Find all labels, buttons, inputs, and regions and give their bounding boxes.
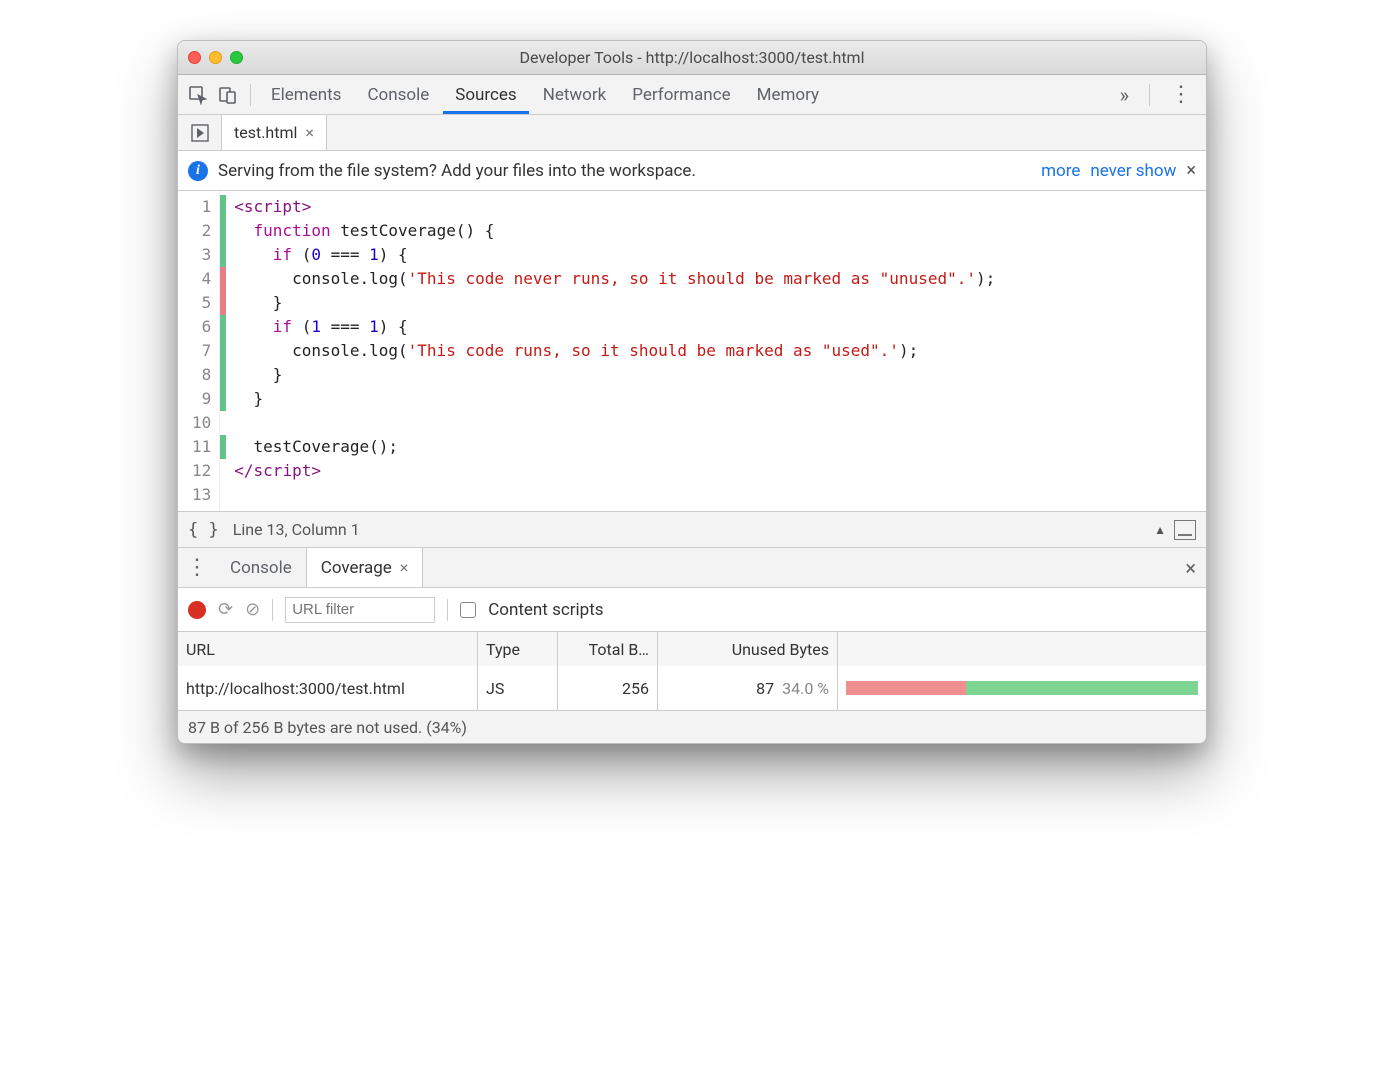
window-controls [188,51,243,64]
drawer-tab-console[interactable]: Console [216,548,306,587]
coverage-url: http://localhost:3000/test.html [178,666,478,710]
coverage-total: 256 [558,666,658,710]
drawer-tab-coverage[interactable]: Coverage × [306,548,424,587]
line-number[interactable]: 11 [192,435,211,459]
col-total-header[interactable]: Total B… [558,632,658,666]
drawer-tab-label: Console [230,558,292,578]
code-line[interactable]: } [234,291,995,315]
file-tab[interactable]: test.html × [222,115,327,150]
maximize-window-button[interactable] [230,51,243,64]
code-line[interactable] [234,411,995,435]
main-tabbar: ElementsConsoleSourcesNetworkPerformance… [178,75,1206,115]
col-type-header[interactable]: Type [478,632,558,666]
col-url-header[interactable]: URL [178,632,478,666]
coverage-unused: 8734.0 % [658,666,838,710]
tab-memory[interactable]: Memory [745,76,831,114]
code-line[interactable]: } [234,387,995,411]
col-unused-header[interactable]: Unused Bytes [658,632,838,666]
drawer-menu-button[interactable]: ⋮ [178,548,216,587]
line-number[interactable]: 13 [192,483,211,507]
line-number[interactable]: 9 [192,387,211,411]
pretty-print-icon[interactable]: { } [188,520,219,540]
code-line[interactable]: function testCoverage() { [234,219,995,243]
code-line[interactable]: console.log('This code never runs, so it… [234,267,995,291]
infobar-dismiss-icon[interactable]: × [1186,160,1196,181]
tab-elements[interactable]: Elements [259,76,353,114]
editor-statusbar: { } Line 13, Column 1 ▲ [178,512,1206,548]
code-line[interactable] [234,483,995,507]
line-number[interactable]: 8 [192,363,211,387]
collapse-icon[interactable]: ▲ [1154,523,1166,537]
code-line[interactable]: console.log('This code runs, so it shoul… [234,339,995,363]
info-icon: i [188,161,208,181]
coverage-footer: 87 B of 256 B bytes are not used. (34%) [178,711,1206,743]
coverage-bar-icon[interactable] [1174,520,1196,540]
record-button[interactable] [188,601,206,619]
tab-performance[interactable]: Performance [620,76,742,114]
line-number[interactable]: 4 [192,267,211,291]
code-line[interactable]: } [234,363,995,387]
workspace-infobar: i Serving from the file system? Add your… [178,151,1206,191]
code-line[interactable]: if (1 === 1) { [234,315,995,339]
coverage-type: JS [478,666,558,710]
line-number[interactable]: 12 [192,459,211,483]
coverage-table: URL Type Total B… Unused Bytes http://lo… [178,632,1206,711]
line-number[interactable]: 3 [192,243,211,267]
file-tab-row: test.html × [178,115,1206,151]
coverage-summary: 87 B of 256 B bytes are not used. (34%) [188,718,467,737]
minimize-window-button[interactable] [209,51,222,64]
tab-sources[interactable]: Sources [443,76,528,114]
coverage-table-header: URL Type Total B… Unused Bytes [178,632,1206,666]
code-editor[interactable]: 12345678910111213 <script> function test… [178,191,1206,512]
window-title: Developer Tools - http://localhost:3000/… [178,48,1206,67]
drawer-tab-label: Coverage [321,558,392,578]
line-gutter: 12345678910111213 [178,191,220,511]
tab-network[interactable]: Network [531,76,619,114]
reload-icon[interactable]: ⟳ [218,599,233,620]
line-number[interactable]: 10 [192,411,211,435]
coverage-toolbar: ⟳ ⊘ Content scripts [178,588,1206,632]
inspect-element-icon[interactable] [184,81,212,109]
line-number[interactable]: 1 [192,195,211,219]
infobar-text: Serving from the file system? Add your f… [218,161,696,181]
drawer-tabbar: ⋮ Console Coverage × × [178,548,1206,588]
file-tab-label: test.html [234,123,297,142]
separator [250,84,251,106]
tabs-overflow-button[interactable]: » [1112,83,1137,107]
drawer-close-icon[interactable]: × [1185,556,1196,580]
separator [1149,84,1150,106]
code-line[interactable]: <script> [234,195,995,219]
separator [272,599,273,621]
devtools-window: Developer Tools - http://localhost:3000/… [177,40,1207,744]
coverage-row[interactable]: http://localhost:3000/test.htmlJS2568734… [178,666,1206,710]
code-line[interactable]: testCoverage(); [234,435,995,459]
infobar-more-link[interactable]: more [1041,161,1080,181]
titlebar: Developer Tools - http://localhost:3000/… [178,41,1206,75]
navigator-toggle-icon[interactable] [178,115,222,150]
line-number[interactable]: 2 [192,219,211,243]
cursor-position: Line 13, Column 1 [233,520,360,539]
line-number[interactable]: 6 [192,315,211,339]
clear-icon[interactable]: ⊘ [245,599,260,620]
device-toggle-icon[interactable] [214,81,242,109]
close-tab-icon[interactable]: × [400,558,409,577]
coverage-usage-bar [838,666,1206,710]
content-scripts-checkbox[interactable] [460,602,476,618]
infobar-never-show-link[interactable]: never show [1090,161,1176,181]
content-scripts-label: Content scripts [488,600,603,620]
col-bar-header [838,632,1206,666]
code-line[interactable]: if (0 === 1) { [234,243,995,267]
close-window-button[interactable] [188,51,201,64]
line-number[interactable]: 7 [192,339,211,363]
code-content[interactable]: <script> function testCoverage() { if (0… [226,191,995,511]
code-line[interactable]: </script> [234,459,995,483]
line-number[interactable]: 5 [192,291,211,315]
tab-console[interactable]: Console [355,76,441,114]
close-tab-icon[interactable]: × [305,123,314,142]
devtools-menu-button[interactable]: ⋮ [1162,82,1200,107]
separator [447,599,448,621]
url-filter-input[interactable] [285,597,435,623]
